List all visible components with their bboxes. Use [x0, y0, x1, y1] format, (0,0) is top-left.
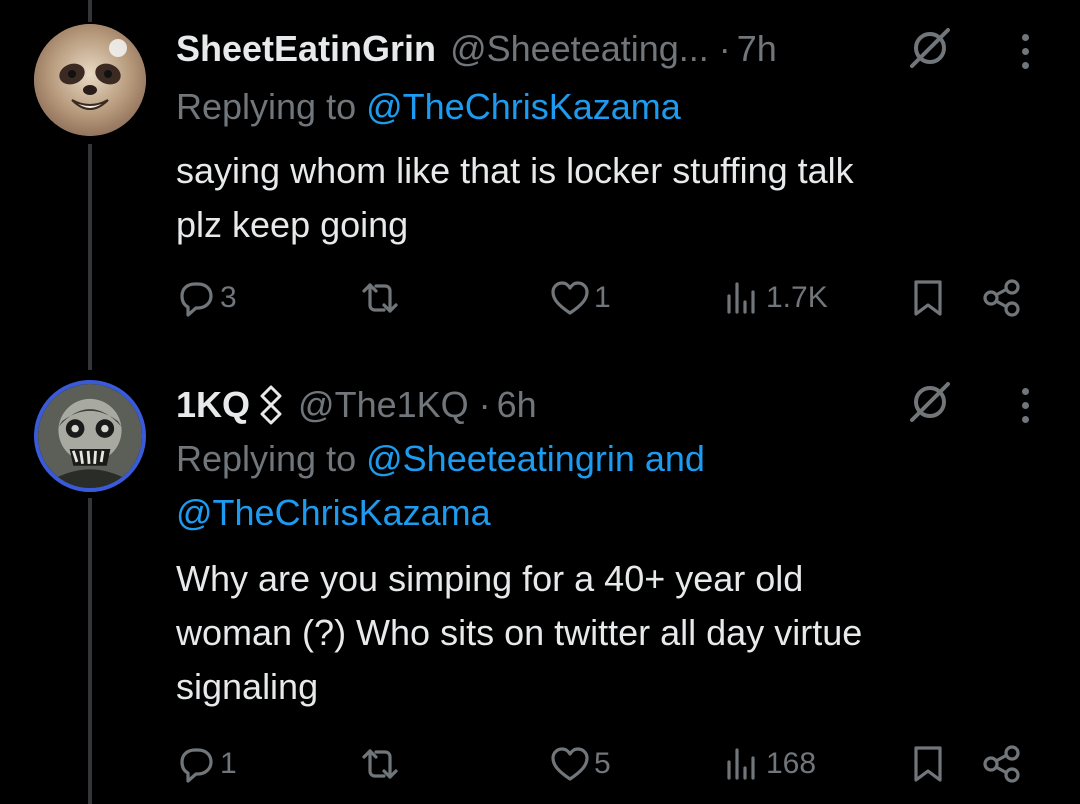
- more-icon[interactable]: [1010, 26, 1040, 76]
- views-count: 1.7K: [766, 281, 828, 314]
- timestamp[interactable]: 6h: [497, 384, 537, 426]
- views-button[interactable]: 168: [720, 742, 816, 786]
- like-button[interactable]: 5: [548, 742, 611, 786]
- reply-button[interactable]: 1: [174, 742, 237, 786]
- tweet-text-line: saying whom like that is locker stuffing…: [176, 150, 854, 191]
- mention-link[interactable]: @TheChrisKazama: [366, 86, 681, 127]
- tweet-text-line: woman (?) Who sits on twitter all day vi…: [176, 612, 863, 653]
- bookmark-button[interactable]: [906, 742, 950, 786]
- separator-dot: ·: [718, 28, 731, 69]
- bookmark-icon: [914, 280, 942, 316]
- reply-count: 1: [220, 747, 237, 780]
- mention-link[interactable]: @Sheeteatingrin: [366, 438, 635, 479]
- avatar[interactable]: [34, 24, 146, 136]
- replying-to-label: Replying to: [176, 86, 357, 127]
- tweet-text: Why are you simping for a 40+ year old w…: [176, 552, 1036, 714]
- like-count: 1: [594, 281, 611, 314]
- like-button[interactable]: 1: [548, 276, 611, 320]
- grok-icon[interactable]: [906, 24, 954, 72]
- tweet-header: 1KQ @The1KQ · 6h: [176, 380, 537, 430]
- share-icon: [983, 279, 1020, 317]
- timestamp[interactable]: 7h: [737, 28, 777, 70]
- tweet-text: saying whom like that is locker stuffing…: [176, 144, 1036, 252]
- tweet-text-line: Why are you simping for a 40+ year old: [176, 558, 804, 599]
- avatar[interactable]: [34, 380, 146, 492]
- separator-dot: ·: [478, 384, 491, 425]
- share-button[interactable]: [980, 742, 1024, 786]
- tweet-text-line: signaling: [176, 666, 319, 707]
- repost-button[interactable]: [358, 742, 404, 786]
- views-count: 168: [766, 747, 817, 780]
- mention-joiner: and: [644, 438, 705, 479]
- views-icon: [727, 748, 755, 780]
- display-name[interactable]: SheetEatinGrin: [176, 28, 436, 70]
- reply-icon: [180, 748, 213, 783]
- views-icon: [727, 282, 755, 314]
- tweet-header: SheetEatinGrin @Sheeteating... · 7h: [176, 24, 777, 74]
- tweet-text-line: plz keep going: [176, 204, 409, 245]
- bookmark-button[interactable]: [906, 276, 950, 320]
- repost-icon: [362, 749, 398, 779]
- like-count: 5: [594, 747, 611, 780]
- views-button[interactable]: 1.7K: [720, 276, 828, 320]
- tweet-actions: 1 5 168: [0, 742, 1080, 792]
- tweet-actions: 3 1 1.7K: [0, 276, 1080, 326]
- share-button[interactable]: [980, 276, 1024, 320]
- reply-icon: [180, 282, 213, 317]
- links-icon: [260, 385, 282, 425]
- handle[interactable]: @Sheeteating...: [450, 28, 709, 70]
- repost-icon: [362, 283, 398, 313]
- display-name[interactable]: 1KQ: [176, 384, 250, 426]
- tweet[interactable]: 1KQ @The1KQ · 6h Replying to @Sheeteatin…: [0, 360, 1080, 804]
- heart-icon: [551, 281, 589, 315]
- replying-to: Replying to @TheChrisKazama: [176, 80, 681, 134]
- replying-to-label: Replying to: [176, 438, 357, 479]
- reply-button[interactable]: 3: [174, 276, 237, 320]
- share-icon: [983, 745, 1020, 783]
- replying-to: Replying to @Sheeteatingrin and @TheChri…: [176, 432, 1036, 540]
- bookmark-icon: [914, 746, 942, 782]
- reply-count: 3: [220, 281, 237, 314]
- more-icon[interactable]: [1010, 380, 1040, 430]
- grok-icon[interactable]: [906, 378, 954, 426]
- mention-link[interactable]: @TheChrisKazama: [176, 492, 491, 533]
- heart-icon: [551, 747, 589, 781]
- repost-button[interactable]: [358, 276, 404, 320]
- tweet[interactable]: SheetEatinGrin @Sheeteating... · 7h Repl…: [0, 0, 1080, 360]
- handle[interactable]: @The1KQ: [298, 384, 469, 426]
